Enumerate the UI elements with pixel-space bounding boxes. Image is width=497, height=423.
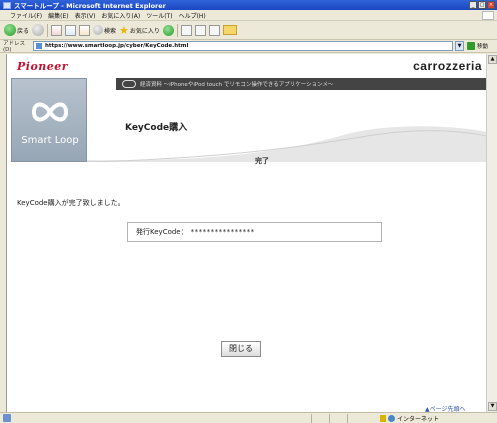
- refresh-icon[interactable]: [65, 24, 77, 36]
- status-page-icon: [3, 414, 11, 422]
- favorites-star-icon: ★: [119, 23, 129, 37]
- favorites-button[interactable]: ★ お気に入り: [119, 25, 160, 36]
- smartloop-logo-text: Smart Loop: [21, 135, 79, 146]
- security-zone: インターネット: [380, 414, 439, 423]
- page-title: KeyCode購入: [125, 123, 188, 133]
- menu-tools[interactable]: ツール(T): [146, 11, 172, 20]
- step-label: 完了: [255, 157, 269, 165]
- minimize-button[interactable]: _: [469, 1, 477, 9]
- infinity-loop-icon: [32, 102, 68, 122]
- window-controls: _ □ ×: [469, 1, 495, 9]
- ie-logo-icon: [482, 11, 494, 20]
- lock-icon: [380, 415, 386, 422]
- menu-edit[interactable]: 編集(E): [48, 11, 68, 20]
- stop-icon[interactable]: [51, 24, 63, 36]
- keycode-value: ****************: [190, 228, 255, 236]
- toolbar-separator: [47, 23, 49, 37]
- banner-text: 経済資料 〜iPhoneやiPod touch でリモコン操作できるアプリケーシ…: [140, 82, 334, 88]
- forward-button[interactable]: [32, 24, 45, 36]
- home-icon[interactable]: [79, 24, 91, 36]
- edit-icon[interactable]: [208, 24, 220, 36]
- toolbar: 戻る 検索 ★ お気に入り: [0, 21, 497, 40]
- back-arrow-icon: [4, 24, 16, 36]
- toolbar-separator: [176, 23, 178, 37]
- address-bar: アドレス(D) https://www.smartloop.jp/cyber/K…: [0, 40, 497, 53]
- title-bar: スマートループ - Microsoft Internet Explorer _ …: [0, 0, 497, 10]
- page-content: Pioneer carrozzeria Smart Loop 経済資料 〜iPh…: [6, 54, 487, 413]
- back-label: 戻る: [17, 27, 30, 35]
- search-icon: [93, 25, 104, 35]
- menu-bar: ファイル(F) 編集(E) 表示(V) お気に入り(A) ツール(T) ヘルプ(…: [0, 10, 497, 21]
- menu-file[interactable]: ファイル(F): [10, 11, 42, 20]
- window-title: スマートループ - Microsoft Internet Explorer: [14, 2, 166, 10]
- status-cell: [329, 413, 347, 423]
- smartloop-logo: Smart Loop: [11, 78, 87, 162]
- menu-favorites[interactable]: お気に入り(A): [101, 11, 140, 20]
- banner-strip: 経済資料 〜iPhoneやiPod touch でリモコン操作できるアプリケーシ…: [116, 78, 487, 90]
- mail-icon[interactable]: [180, 24, 192, 36]
- pioneer-logo: Pioneer: [17, 60, 69, 73]
- print-icon[interactable]: [194, 24, 206, 36]
- folder-icon[interactable]: [222, 25, 237, 35]
- search-label: 検索: [104, 27, 117, 35]
- address-input[interactable]: https://www.smartloop.jp/cyber/KeyCode.h…: [33, 41, 453, 51]
- globe-icon: [388, 415, 395, 422]
- keycode-box: 発行KeyCode： ****************: [127, 222, 382, 242]
- close-window-button[interactable]: ×: [487, 1, 495, 9]
- scroll-up-icon[interactable]: ▲: [488, 55, 497, 64]
- go-button[interactable]: 移動: [467, 42, 488, 50]
- status-cell: [311, 413, 329, 423]
- favorites-label: お気に入り: [129, 27, 160, 35]
- carrozzeria-logo: carrozzeria: [413, 59, 482, 73]
- keycode-label: 発行KeyCode：: [136, 228, 188, 236]
- loop-small-icon: [122, 80, 136, 88]
- page-favicon-icon: [36, 43, 42, 49]
- completion-message: KeyCode購入が完了致しました。: [17, 199, 125, 207]
- scroll-down-icon[interactable]: ▼: [488, 402, 497, 411]
- history-icon[interactable]: [162, 24, 174, 36]
- status-cell: [347, 413, 365, 423]
- header-band: Smart Loop 経済資料 〜iPhoneやiPod touch でリモコン…: [7, 76, 487, 166]
- status-bar: インターネット: [0, 412, 497, 423]
- close-button[interactable]: 閉じる: [221, 341, 261, 357]
- go-label: 移動: [477, 44, 489, 50]
- search-button[interactable]: 検索: [93, 25, 116, 35]
- address-dropdown-icon[interactable]: ▼: [455, 41, 464, 51]
- address-url: https://www.smartloop.jp/cyber/KeyCode.h…: [45, 43, 189, 49]
- menu-help[interactable]: ヘルプ(H): [179, 11, 206, 20]
- zone-label: インターネット: [397, 416, 440, 423]
- back-button[interactable]: 戻る: [4, 24, 29, 36]
- address-label: アドレス(D): [3, 41, 26, 53]
- vertical-scrollbar[interactable]: ▲ ▼: [486, 54, 497, 412]
- menu-view[interactable]: 表示(V): [75, 11, 96, 20]
- ie-page-icon: [3, 1, 11, 9]
- maximize-button[interactable]: □: [478, 1, 486, 9]
- go-arrow-icon: [467, 42, 475, 50]
